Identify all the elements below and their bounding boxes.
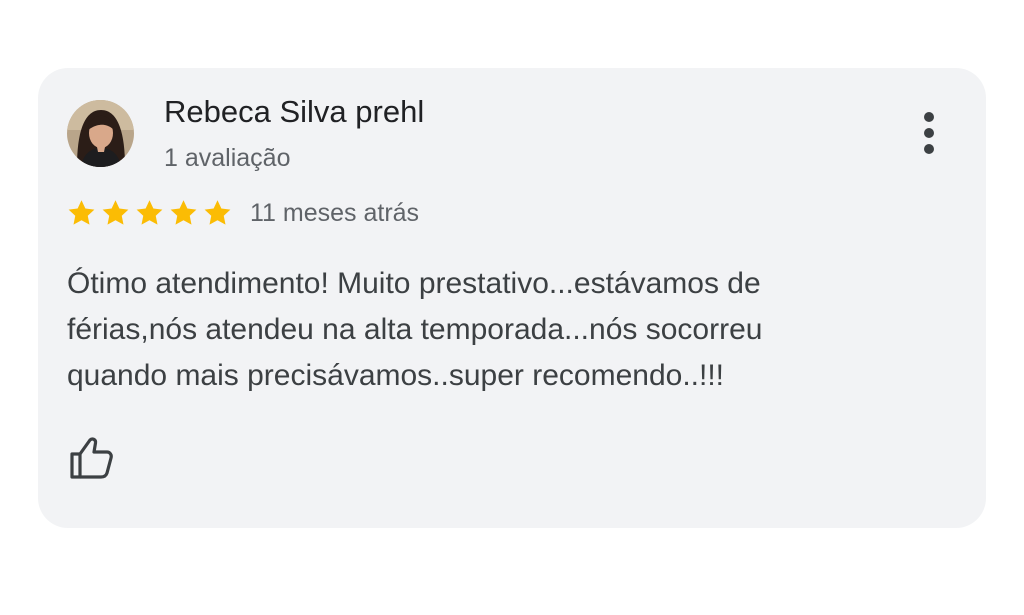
- review-time: 11 meses atrás: [250, 199, 420, 227]
- review-count: 1 avaliação: [164, 144, 291, 172]
- more-vert-icon-dot: [924, 144, 934, 154]
- star-icon: [170, 200, 197, 225]
- more-options-button[interactable]: [914, 108, 944, 158]
- more-vert-icon: [924, 112, 934, 122]
- review-text: Ótimo atendimento! Muito prestativo...es…: [67, 267, 763, 392]
- star-icon: [102, 200, 129, 225]
- star-icon: [204, 200, 231, 225]
- like-button[interactable]: [67, 434, 115, 482]
- star-rating: [66, 198, 233, 230]
- star-icon: [136, 200, 163, 225]
- profile-photo: [67, 100, 134, 167]
- author-name[interactable]: Rebeca Silva prehl: [164, 94, 424, 130]
- star-icon: [68, 200, 95, 225]
- thumbs-up-icon: [70, 437, 113, 479]
- avatar[interactable]: [67, 100, 134, 167]
- review-card: Rebeca Silva prehl 1 avaliação 11 meses …: [38, 68, 986, 528]
- more-vert-icon-dot: [924, 128, 934, 138]
